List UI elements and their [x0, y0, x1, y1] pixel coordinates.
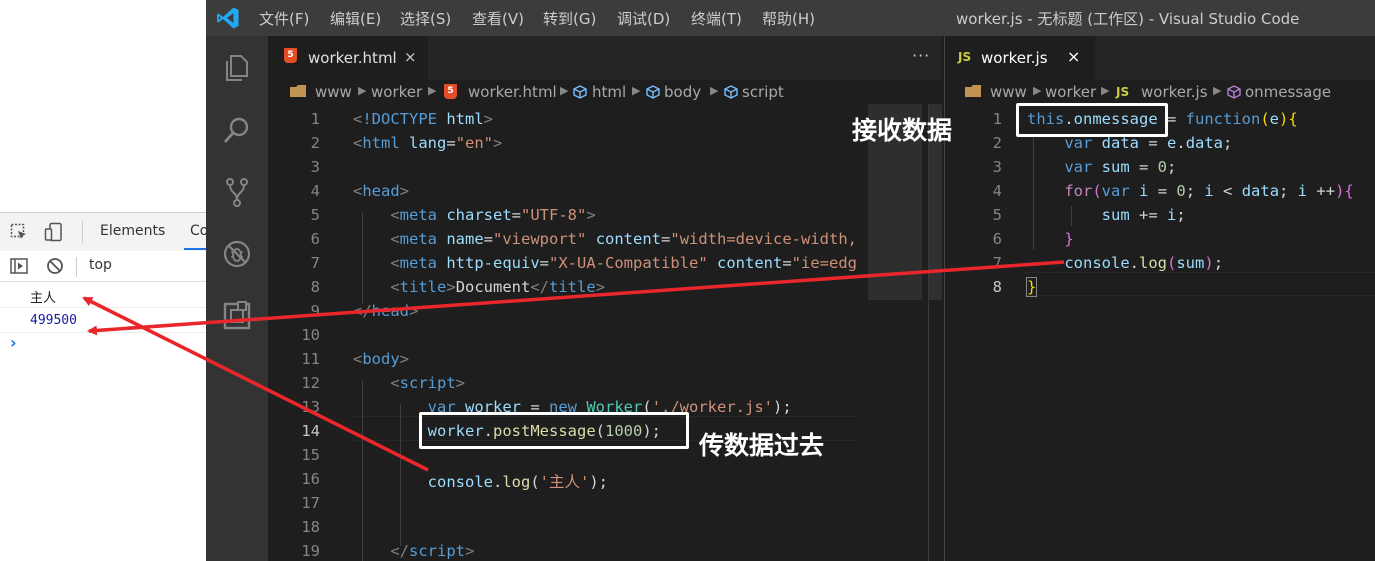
annotation-arrows: [82, 260, 1065, 472]
arrow-sum-to-console: [87, 260, 1065, 336]
arrow-log-to-console: [82, 296, 429, 472]
